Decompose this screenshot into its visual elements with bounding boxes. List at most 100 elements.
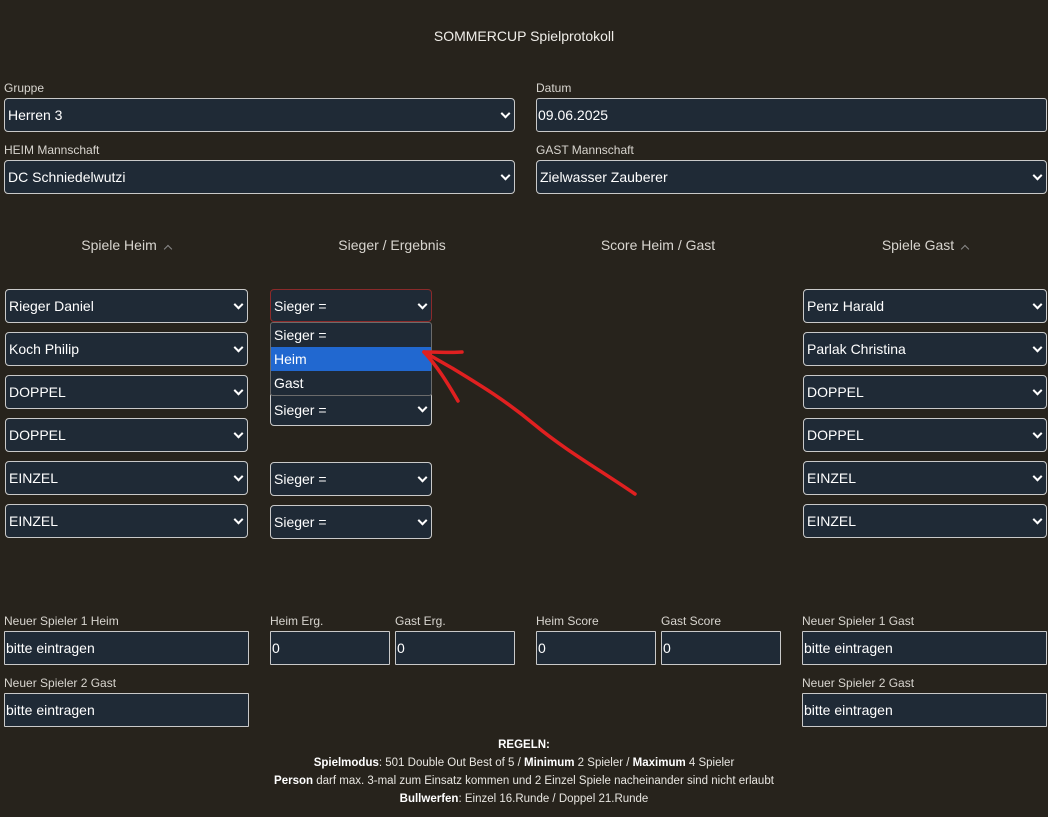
chevron-down-icon xyxy=(1032,385,1043,396)
new-player-1-away-input[interactable]: bitte eintragen xyxy=(802,631,1047,665)
home-player-value: DOPPEL xyxy=(9,427,66,443)
away-score-label: Gast Score xyxy=(661,614,722,628)
away-player-value: EINZEL xyxy=(807,470,857,486)
rules-min-key: Minimum xyxy=(524,757,575,769)
new-player-1-away-label: Neuer Spieler 1 Gast xyxy=(802,614,915,628)
score-header: Score Heim / Gast xyxy=(600,237,716,253)
away-player-select[interactable]: DOPPEL xyxy=(803,418,1047,452)
chevron-down-icon xyxy=(417,515,428,526)
page-title: SOMMERCUP Spielprotokoll xyxy=(433,28,615,44)
home-score-label: Heim Score xyxy=(536,614,599,628)
away-player-value: DOPPEL xyxy=(807,427,864,443)
away-player-select[interactable]: EINZEL xyxy=(803,461,1047,495)
home-player-select[interactable]: EINZEL xyxy=(5,461,248,495)
date-value: 09.06.2025 xyxy=(538,107,609,123)
away-games-header[interactable]: Spiele Gast xyxy=(803,237,1047,254)
home-player-select[interactable]: DOPPEL xyxy=(5,375,248,409)
home-result-input[interactable]: 0 xyxy=(270,631,390,665)
rules-bull-text: : Einzel 16.Runde / Doppel 21.Runde xyxy=(458,793,649,805)
away-team-label: GAST Mannschaft xyxy=(536,143,634,157)
dropdown-option-highlighted[interactable]: Heim xyxy=(271,347,431,371)
chevron-down-icon xyxy=(500,108,511,119)
new-player-2-away-label: Neuer Spieler 2 Gast xyxy=(802,676,915,690)
new-player-2-away-value: bitte eintragen xyxy=(804,702,893,718)
home-player-select[interactable]: Rieger Daniel xyxy=(5,289,248,323)
home-player-select[interactable]: Koch Philip xyxy=(5,332,248,366)
dropdown-option[interactable]: Gast xyxy=(271,371,431,395)
away-player-select[interactable]: Penz Harald xyxy=(803,289,1047,323)
winner-select[interactable]: Sieger = xyxy=(270,392,432,426)
rules-max-text: 4 Spieler xyxy=(685,757,735,769)
away-player-value: EINZEL xyxy=(807,513,857,529)
rules-mode-text: : 501 Double Out Best of 5 / xyxy=(378,757,524,769)
winner-dropdown-list: Sieger = Heim Gast xyxy=(270,322,432,396)
chevron-down-icon xyxy=(500,170,511,181)
rules-person-key: Person xyxy=(274,775,314,787)
rules-section: REGELN: Spielmodus: 501 Double Out Best … xyxy=(0,736,1048,808)
home-games-header-label: Spiele Heim xyxy=(81,237,157,253)
chevron-down-icon xyxy=(417,472,428,483)
home-player-select[interactable]: DOPPEL xyxy=(5,418,248,452)
chevron-down-icon xyxy=(1032,428,1043,439)
winner-value: Sieger = xyxy=(274,297,327,314)
away-result-input[interactable]: 0 xyxy=(395,631,515,665)
date-label: Datum xyxy=(536,81,572,95)
chevron-down-icon xyxy=(1032,299,1043,310)
away-team-select[interactable]: Zielwasser Zauberer xyxy=(536,160,1047,194)
home-games-header[interactable]: Spiele Heim xyxy=(4,237,248,254)
chevron-down-icon xyxy=(1032,170,1043,181)
group-select[interactable]: Herren 3 xyxy=(4,98,515,132)
chevron-up-icon xyxy=(960,244,970,254)
chevron-down-icon xyxy=(233,471,244,482)
winner-result-header: Sieger / Ergebnis xyxy=(338,237,446,253)
chevron-down-icon xyxy=(1032,342,1043,353)
winner-select[interactable]: Sieger = xyxy=(270,505,432,539)
new-player-1-home-value: bitte eintragen xyxy=(6,640,95,656)
date-input[interactable]: 09.06.2025 xyxy=(536,98,1047,132)
chevron-down-icon xyxy=(233,514,244,525)
winner-select[interactable]: Sieger = xyxy=(270,289,432,322)
new-player-2-away-input[interactable]: bitte eintragen xyxy=(802,693,1047,727)
chevron-down-icon xyxy=(233,299,244,310)
home-player-select[interactable]: EINZEL xyxy=(5,504,248,538)
home-team-select[interactable]: DC Schniedelwutzi xyxy=(4,160,515,194)
away-player-select[interactable]: Parlak Christina xyxy=(803,332,1047,366)
new-player-2-home-value: bitte eintragen xyxy=(6,702,95,718)
new-player-1-home-label: Neuer Spieler 1 Heim xyxy=(4,614,119,628)
winner-value: Sieger = xyxy=(274,514,327,530)
winner-value: Sieger = xyxy=(274,402,327,418)
home-team-value: DC Schniedelwutzi xyxy=(8,169,126,185)
new-player-2-home-label: Neuer Spieler 2 Gast xyxy=(4,676,117,690)
away-score-value: 0 xyxy=(663,640,671,656)
away-score-input[interactable]: 0 xyxy=(661,631,781,665)
new-player-1-home-input[interactable]: bitte eintragen xyxy=(4,631,249,665)
home-result-label: Heim Erg. xyxy=(270,614,324,628)
rules-heading: REGELN: xyxy=(498,739,550,751)
home-player-value: EINZEL xyxy=(9,513,59,529)
away-player-select[interactable]: DOPPEL xyxy=(803,375,1047,409)
dropdown-option[interactable]: Sieger = xyxy=(271,323,431,347)
group-label: Gruppe xyxy=(4,81,45,95)
away-player-value: Penz Harald xyxy=(807,298,885,314)
rules-person-text: darf max. 3-mal zum Einsatz kommen und 2… xyxy=(313,775,774,787)
home-result-value: 0 xyxy=(272,640,280,656)
new-player-2-home-input[interactable]: bitte eintragen xyxy=(4,693,249,727)
home-player-value: Koch Philip xyxy=(9,341,80,357)
new-player-1-away-value: bitte eintragen xyxy=(804,640,893,656)
home-team-label: HEIM Mannschaft xyxy=(4,143,100,157)
rules-mode-key: Spielmodus xyxy=(313,757,379,769)
chevron-down-icon xyxy=(233,385,244,396)
away-player-select[interactable]: EINZEL xyxy=(803,504,1047,538)
rules-bull-key: Bullwerfen xyxy=(399,793,459,805)
chevron-down-icon xyxy=(233,428,244,439)
home-score-input[interactable]: 0 xyxy=(536,631,656,665)
home-player-value: DOPPEL xyxy=(9,384,66,400)
away-games-header-label: Spiele Gast xyxy=(881,237,955,253)
home-player-value: EINZEL xyxy=(9,470,59,486)
rules-max-key: Maximum xyxy=(632,757,686,769)
group-value: Herren 3 xyxy=(8,107,63,123)
away-result-label: Gast Erg. xyxy=(395,614,446,628)
away-player-value: Parlak Christina xyxy=(807,341,906,357)
chevron-down-icon xyxy=(417,299,428,310)
winner-select[interactable]: Sieger = xyxy=(270,462,432,496)
